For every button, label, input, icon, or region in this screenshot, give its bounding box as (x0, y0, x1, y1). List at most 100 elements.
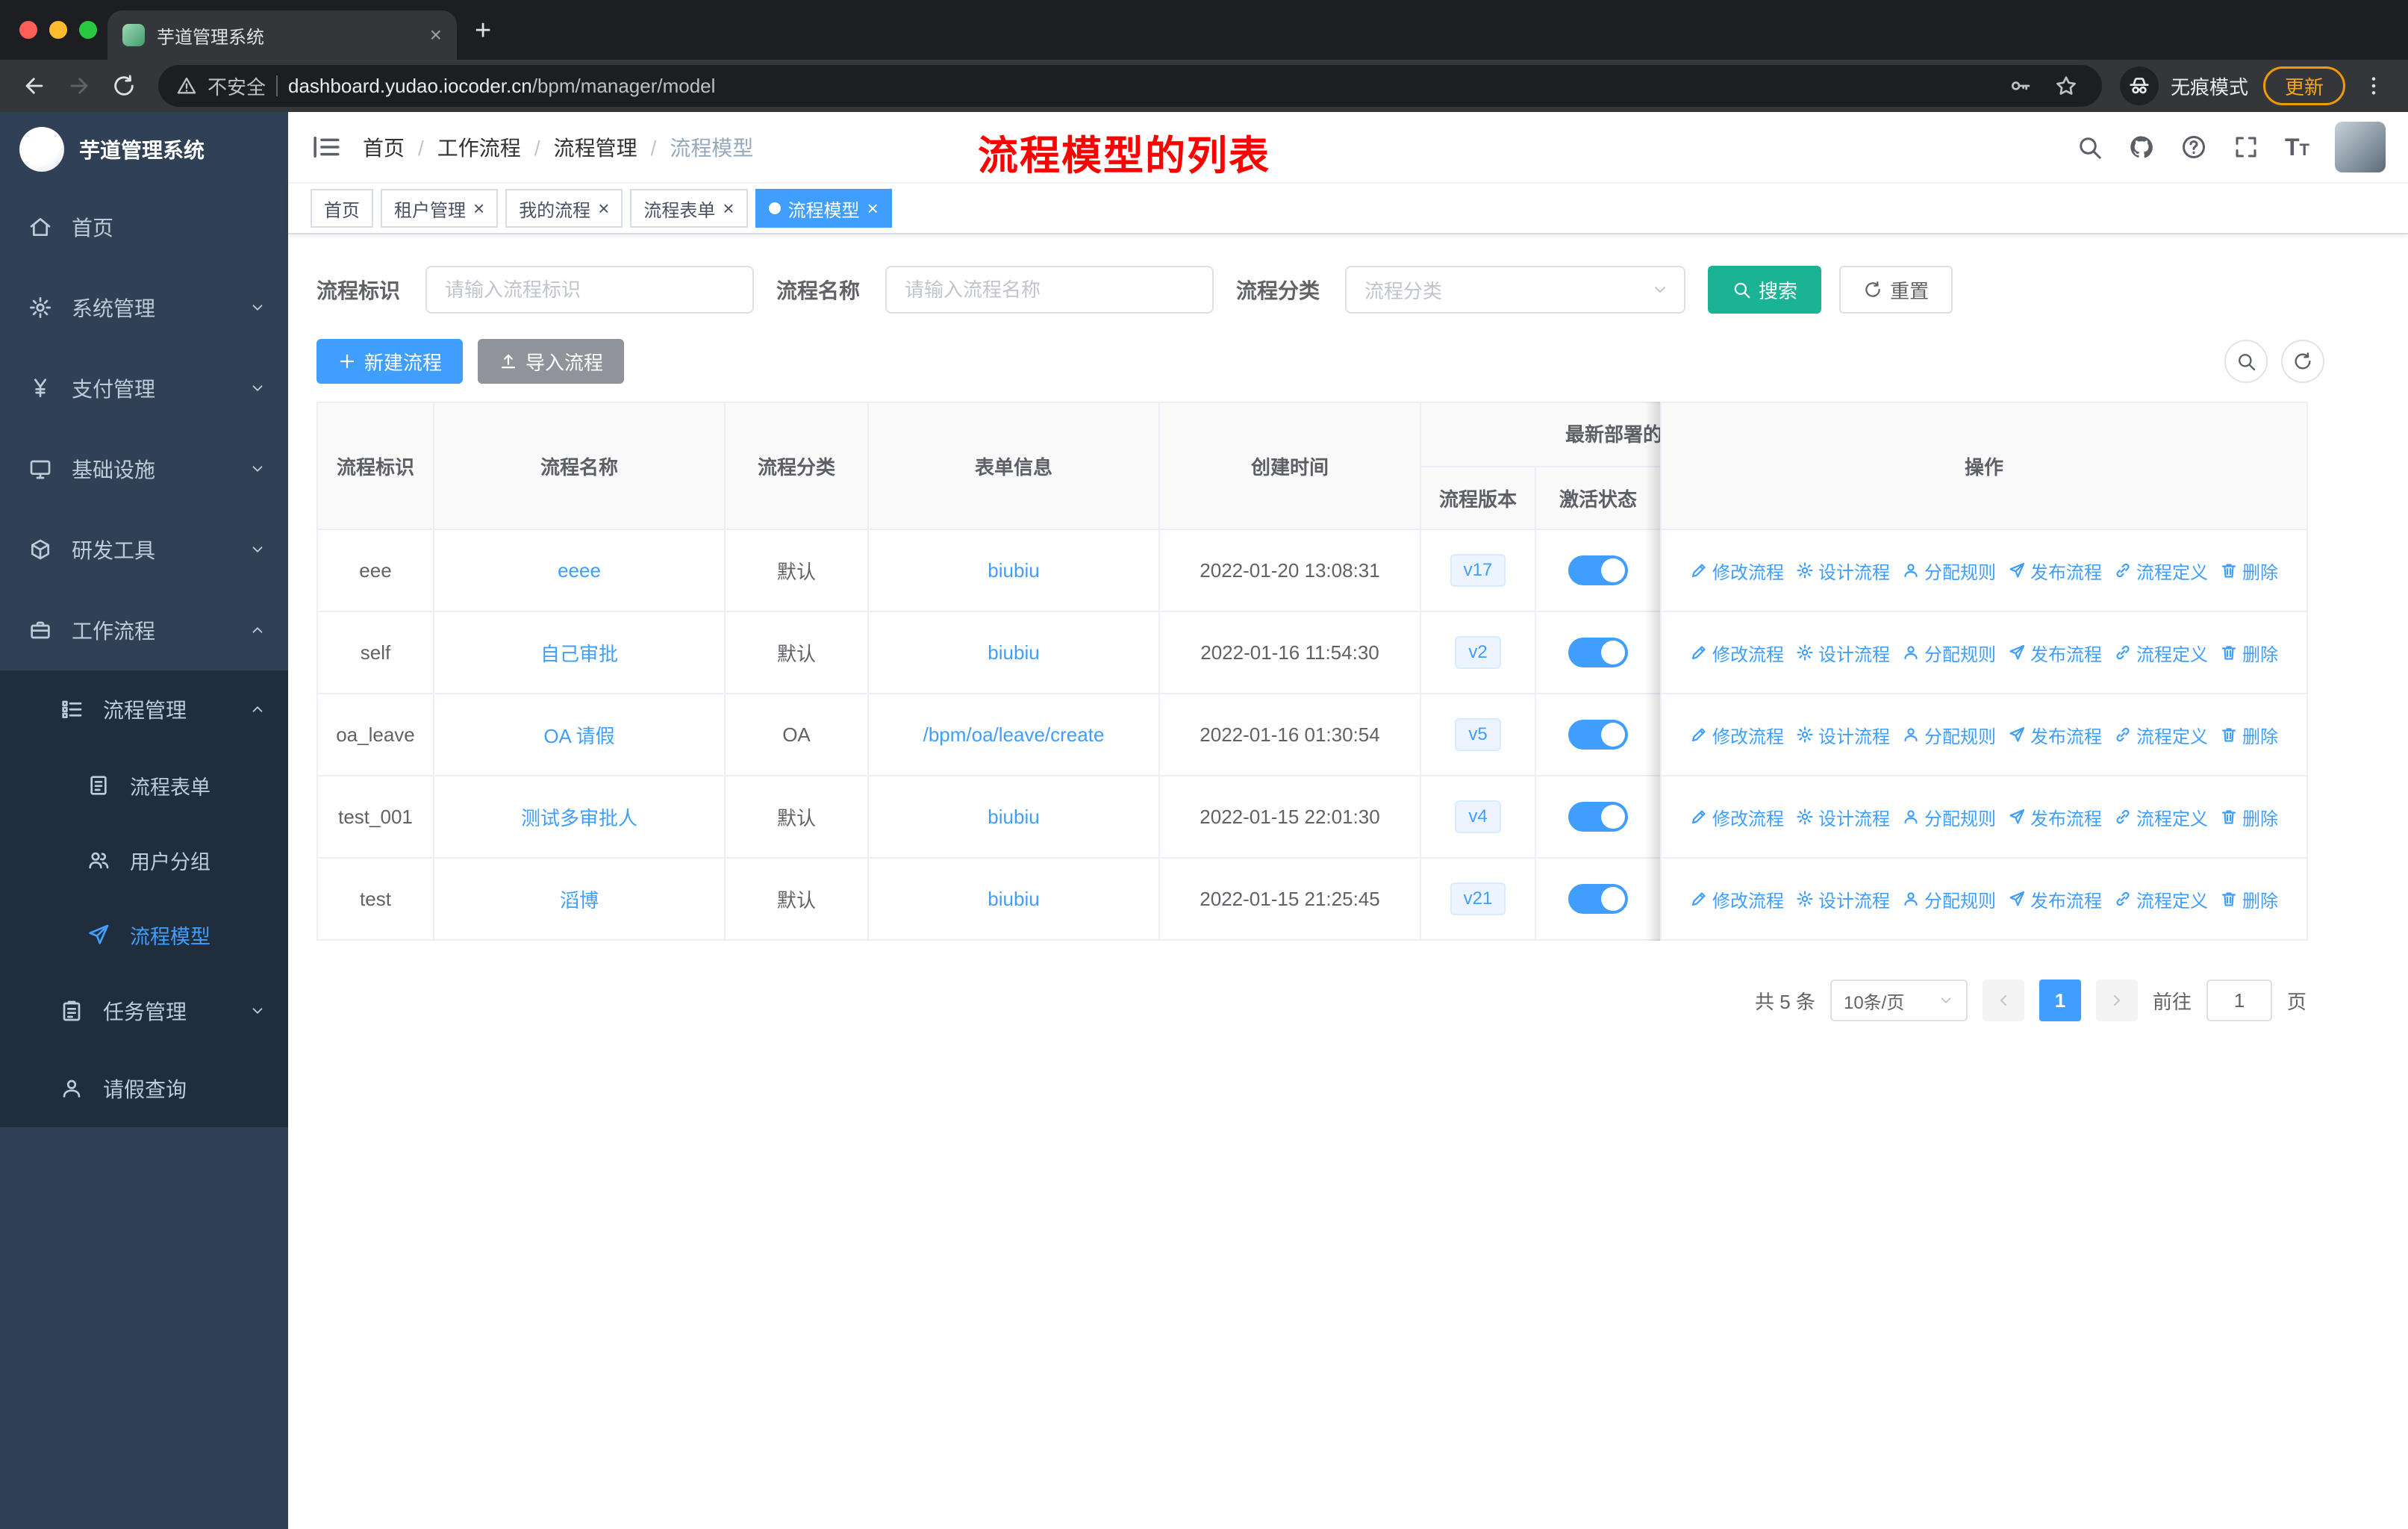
app-logo[interactable]: 芋道管理系统 (0, 112, 288, 187)
sidebar-item-process-form[interactable]: 流程表单 (0, 748, 288, 823)
process-category-select[interactable]: 流程分类 (1345, 266, 1686, 314)
sidebar-item-system-management[interactable]: 系统管理 (0, 267, 288, 348)
action-definition-link[interactable]: 流程定义 (2114, 722, 2208, 748)
user-avatar[interactable] (2335, 122, 2386, 172)
process-name-input[interactable] (885, 266, 1214, 314)
tag-tenant-management[interactable]: 租户管理 × (381, 189, 499, 228)
browser-tab[interactable]: 芋道管理系统 × (107, 10, 457, 60)
sidebar-item-infrastructure[interactable]: 基础设施 (0, 429, 288, 509)
tag-close-icon[interactable]: × (867, 199, 879, 218)
model-name-link[interactable]: 自己审批 (540, 643, 618, 665)
tag-process-model[interactable]: 流程模型 × (755, 189, 892, 228)
action-publish-link[interactable]: 发布流程 (2008, 804, 2102, 830)
action-delete-link[interactable]: 删除 (2220, 722, 2278, 748)
tag-process-form[interactable]: 流程表单 × (630, 189, 748, 228)
bookmark-star-icon[interactable] (2054, 74, 2078, 98)
form-info-link[interactable]: /bpm/oa/leave/create (923, 723, 1105, 746)
action-design-link[interactable]: 设计流程 (1796, 558, 1890, 584)
sidebar-item-home[interactable]: 首页 (0, 187, 288, 267)
zoom-window-button[interactable] (79, 21, 97, 39)
tag-close-icon[interactable]: × (473, 199, 484, 218)
active-toggle[interactable] (1568, 802, 1628, 832)
form-info-link[interactable]: biubiu (988, 641, 1039, 664)
password-key-icon[interactable] (2008, 74, 2032, 98)
address-bar[interactable]: 不安全 dashboard.yudao.iocoder.cn/bpm/manag… (158, 65, 2102, 107)
sidebar-item-process-model[interactable]: 流程模型 (0, 897, 288, 972)
sidebar-item-leave-query[interactable]: 请假查询 (0, 1050, 288, 1127)
search-button[interactable]: 搜索 (1708, 266, 1822, 314)
action-delete-link[interactable]: 删除 (2220, 804, 2278, 830)
action-publish-link[interactable]: 发布流程 (2008, 558, 2102, 584)
form-info-link[interactable]: biubiu (988, 888, 1039, 910)
action-design-link[interactable]: 设计流程 (1796, 804, 1890, 830)
action-edit-link[interactable]: 修改流程 (1690, 804, 1784, 830)
action-definition-link[interactable]: 流程定义 (2114, 886, 2208, 912)
security-label[interactable]: 不安全 (208, 72, 266, 100)
close-window-button[interactable] (19, 21, 37, 39)
active-toggle[interactable] (1568, 638, 1628, 667)
prev-page-button[interactable] (1982, 980, 2024, 1021)
minimize-window-button[interactable] (49, 21, 67, 39)
tag-my-process[interactable]: 我的流程 × (505, 189, 623, 228)
reload-button[interactable] (102, 63, 146, 108)
tag-close-icon[interactable]: × (723, 199, 734, 218)
github-icon[interactable] (2128, 134, 2155, 161)
action-edit-link[interactable]: 修改流程 (1690, 722, 1784, 748)
sidebar-item-payment-management[interactable]: 支付管理 (0, 348, 288, 429)
sidebar-item-dev-tools[interactable]: 研发工具 (0, 509, 288, 590)
action-design-link[interactable]: 设计流程 (1796, 640, 1890, 666)
breadcrumb-workflow[interactable]: 工作流程 (418, 132, 521, 162)
new-tab-button[interactable]: + (475, 16, 491, 45)
tag-close-icon[interactable]: × (598, 199, 609, 218)
action-definition-link[interactable]: 流程定义 (2114, 640, 2208, 666)
back-button[interactable] (12, 63, 57, 108)
active-toggle[interactable] (1568, 884, 1628, 914)
action-assign-link[interactable]: 分配规则 (1902, 804, 1996, 830)
update-button[interactable]: 更新 (2262, 66, 2345, 105)
sidebar-item-process-management[interactable]: 流程管理 (0, 670, 288, 748)
process-key-input[interactable] (425, 266, 755, 314)
reset-button[interactable]: 重置 (1839, 266, 1953, 314)
tab-close-icon[interactable]: × (430, 25, 442, 46)
breadcrumb-home[interactable]: 首页 (363, 132, 405, 162)
form-info-link[interactable]: biubiu (988, 559, 1039, 582)
action-assign-link[interactable]: 分配规则 (1902, 558, 1996, 584)
action-edit-link[interactable]: 修改流程 (1690, 558, 1784, 584)
model-name-link[interactable]: 滔博 (560, 889, 599, 912)
goto-page-input[interactable] (2206, 980, 2272, 1021)
action-definition-link[interactable]: 流程定义 (2114, 558, 2208, 584)
action-publish-link[interactable]: 发布流程 (2008, 886, 2102, 912)
active-toggle[interactable] (1568, 720, 1628, 750)
model-name-link[interactable]: OA 请假 (543, 725, 614, 747)
page-1-button[interactable]: 1 (2039, 980, 2081, 1021)
action-publish-link[interactable]: 发布流程 (2008, 640, 2102, 666)
form-info-link[interactable]: biubiu (988, 806, 1039, 828)
action-delete-link[interactable]: 删除 (2220, 640, 2278, 666)
sidebar-item-workflow[interactable]: 工作流程 (0, 590, 288, 670)
next-page-button[interactable] (2095, 980, 2138, 1021)
browser-menu-button[interactable] (2351, 63, 2396, 108)
sidebar-item-task-management[interactable]: 任务管理 (0, 972, 288, 1050)
action-assign-link[interactable]: 分配规则 (1902, 640, 1996, 666)
active-toggle[interactable] (1568, 555, 1628, 585)
sidebar-fold-icon[interactable] (311, 131, 342, 163)
action-delete-link[interactable]: 删除 (2220, 558, 2278, 584)
action-design-link[interactable]: 设计流程 (1796, 722, 1890, 748)
breadcrumb-process-management[interactable]: 流程管理 (534, 132, 637, 162)
model-name-link[interactable]: 测试多审批人 (521, 807, 637, 829)
action-publish-link[interactable]: 发布流程 (2008, 722, 2102, 748)
import-process-button[interactable]: 导入流程 (478, 339, 625, 384)
action-assign-link[interactable]: 分配规则 (1902, 722, 1996, 748)
sidebar-item-user-group[interactable]: 用户分组 (0, 823, 288, 897)
tag-home[interactable]: 首页 (311, 189, 373, 228)
forward-button[interactable] (57, 63, 102, 108)
page-size-select[interactable]: 10条/页 (1830, 980, 1968, 1021)
action-design-link[interactable]: 设计流程 (1796, 886, 1890, 912)
action-definition-link[interactable]: 流程定义 (2114, 804, 2208, 830)
action-delete-link[interactable]: 删除 (2220, 886, 2278, 912)
model-name-link[interactable]: eeee (558, 559, 601, 582)
toggle-search-button[interactable] (2224, 340, 2268, 383)
create-process-button[interactable]: 新建流程 (316, 339, 464, 384)
action-edit-link[interactable]: 修改流程 (1690, 886, 1784, 912)
fullscreen-icon[interactable] (2233, 134, 2259, 161)
